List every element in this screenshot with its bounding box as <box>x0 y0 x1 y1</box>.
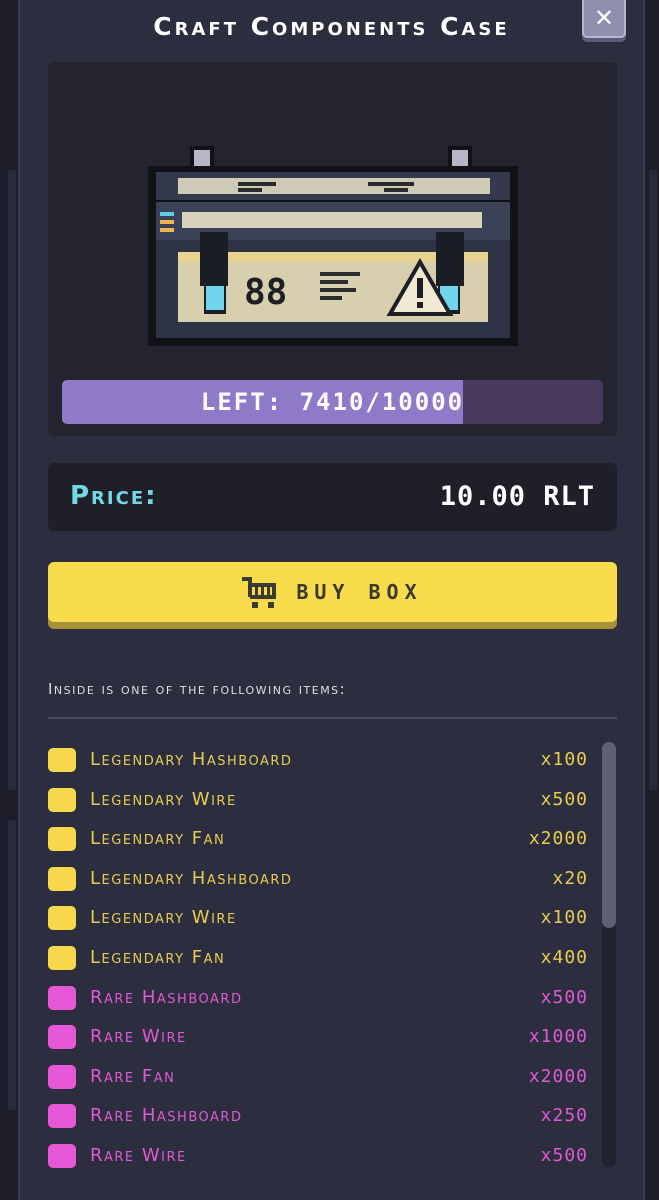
item-name: Legendary Hashboard <box>90 749 293 770</box>
rarity-swatch <box>48 1104 76 1129</box>
remaining-progress-bar: LEFT: 7410/10000 <box>62 380 603 424</box>
buy-box-label: BUY BOX <box>296 580 423 604</box>
rarity-swatch <box>48 1143 76 1168</box>
rarity-swatch <box>48 827 76 852</box>
buy-box-button[interactable]: BUY BOX <box>48 562 617 622</box>
item-quantity: x250 <box>540 1105 588 1127</box>
item-name: Legendary Fan <box>90 946 226 968</box>
rarity-swatch <box>48 906 76 931</box>
item-quantity: x500 <box>540 986 588 1008</box>
item-quantity: x100 <box>540 907 588 929</box>
rarity-swatch <box>48 985 76 1010</box>
contents-heading: Inside is one of the following items: <box>48 680 347 698</box>
item-quantity: x400 <box>540 946 588 968</box>
item-name: Legendary Wire <box>90 788 237 810</box>
modal-title: Craft Components Case <box>153 12 510 41</box>
list-item: Legendary Fan x400 <box>48 938 588 978</box>
rarity-swatch <box>48 787 76 812</box>
list-item: Legendary Wire x500 <box>48 780 588 820</box>
rarity-swatch <box>48 1025 76 1050</box>
list-item: Rare Hashboard x250 <box>48 1096 588 1136</box>
item-name: Rare Wire <box>90 1144 187 1166</box>
list-item: Legendary Fan x2000 <box>48 819 588 859</box>
item-quantity: x2000 <box>528 1065 588 1087</box>
contents-list: Legendary Hashboard x100 Legendary Wire x50… <box>48 740 588 1176</box>
item-name: Rare Wire <box>90 1026 187 1048</box>
rarity-swatch <box>48 945 76 970</box>
item-name: Legendary Hashboard <box>90 867 293 889</box>
background-panel-edge <box>8 170 16 790</box>
close-icon: ✕ <box>593 4 615 32</box>
cart-icon <box>242 577 277 608</box>
close-button[interactable]: ✕ <box>582 0 626 38</box>
item-quantity: x500 <box>540 788 588 810</box>
background-left <box>0 0 18 1200</box>
item-quantity: x500 <box>540 1144 588 1166</box>
rarity-swatch <box>48 866 76 891</box>
background-right <box>645 0 659 1200</box>
item-quantity: x1000 <box>528 1026 588 1048</box>
item-name: Rare Hashboard <box>90 986 243 1008</box>
item-name: Rare Fan <box>90 1065 176 1087</box>
case-modal: Craft Components Case ✕ 88 LEFT: 7410/10… <box>18 0 645 1200</box>
list-item: Legendary Wire x100 <box>48 898 588 938</box>
item-quantity: x20 <box>552 867 588 889</box>
item-name: Legendary Wire <box>90 907 237 929</box>
rarity-swatch <box>48 748 76 772</box>
item-name: Rare Hashboard <box>90 1105 243 1127</box>
item-quantity: x100 <box>540 749 588 770</box>
list-item: Rare Wire x1000 <box>48 1017 588 1057</box>
price-value: 10.00 RLT <box>439 481 595 512</box>
list-item: Legendary Hashboard x100 <box>48 740 588 780</box>
contents-scrollbar[interactable] <box>602 742 616 1167</box>
scrollbar-thumb[interactable] <box>602 742 616 928</box>
case-preview-panel: 88 LEFT: 7410/10000 <box>48 62 617 436</box>
list-item: Rare Hashboard x500 <box>48 978 588 1018</box>
list-item: Rare Fan x2000 <box>48 1057 588 1097</box>
price-bar: Price: 10.00 RLT <box>48 463 617 531</box>
divider <box>48 717 617 719</box>
list-item: Rare Wire x500 <box>48 1136 588 1176</box>
progress-text: LEFT: 7410/10000 <box>200 388 465 416</box>
rarity-swatch <box>48 1064 76 1089</box>
craft-components-case-icon: 88 <box>148 146 518 346</box>
background-panel-edge <box>8 820 16 1110</box>
list-item: Legendary Hashboard x20 <box>48 859 588 899</box>
price-label: Price: <box>70 481 158 511</box>
item-name: Legendary Fan <box>90 828 226 850</box>
background-panel-edge <box>649 170 657 790</box>
item-quantity: x2000 <box>528 828 588 850</box>
case-display-digits: 88 <box>244 272 287 313</box>
